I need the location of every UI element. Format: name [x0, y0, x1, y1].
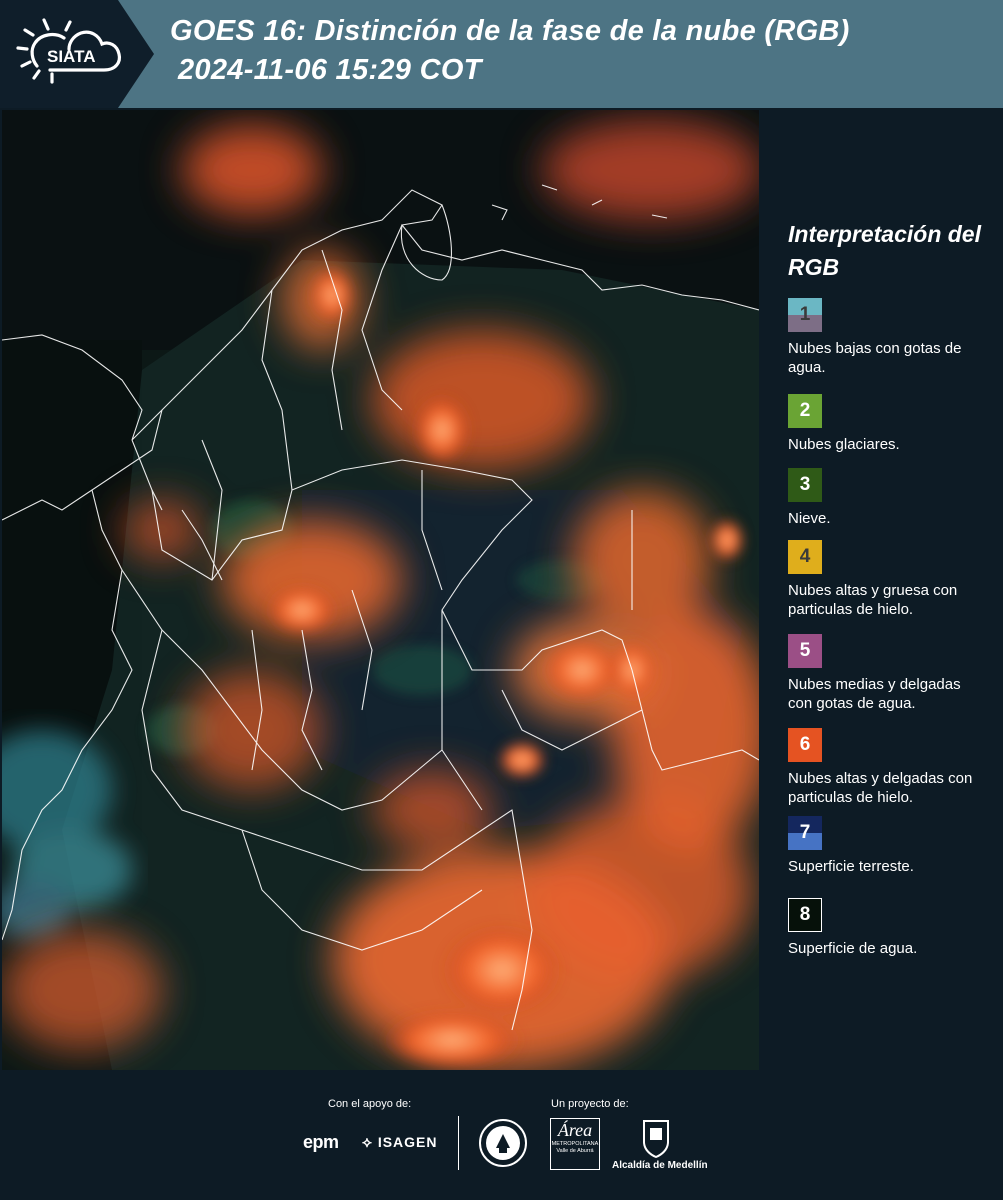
- legend-number: 4: [799, 546, 811, 567]
- legend-description: Superficie de agua.: [788, 940, 918, 957]
- legend-number: 6: [799, 734, 811, 755]
- legend-number: 7: [799, 822, 811, 843]
- legend-number: 5: [799, 640, 811, 661]
- legend-item: 2 Nubes glaciares.: [788, 394, 978, 454]
- satellite-image: [2, 110, 759, 1070]
- legend-swatch: 2: [788, 394, 822, 428]
- legend-description: Nubes altas y gruesa con particulas de h…: [788, 582, 958, 618]
- legend-description: Nubes glaciares.: [788, 436, 900, 453]
- legend-description: Nubes altas y delgadas con particulas de…: [788, 770, 973, 806]
- legend-number: 8: [799, 904, 811, 925]
- alcaldia-shield-icon: [641, 1118, 671, 1163]
- legend-swatch: 3: [788, 468, 822, 502]
- page-title: GOES 16: Distinción de la fase de la nub…: [170, 15, 850, 47]
- legend-number: 2: [799, 400, 811, 421]
- footer: Con el apoyo de: Un proyecto de: epm ⟡ I…: [0, 1072, 1003, 1200]
- legend-item: 7 Superficie terreste.: [788, 816, 978, 876]
- header: SIATA GOES 16: Distinción de la fase de …: [0, 0, 1003, 108]
- epm-logo: epm: [303, 1132, 339, 1152]
- support-label: Con el apoyo de:: [328, 1098, 412, 1110]
- alcaldia-label: Alcaldía de Medellín: [612, 1160, 708, 1171]
- legend-description: Superficie terreste.: [788, 858, 914, 875]
- timestamp: 2024-11-06 15:29 COT: [178, 54, 482, 86]
- legend-swatch: 4: [788, 540, 822, 574]
- legend-swatch: 6: [788, 728, 822, 762]
- legend-number: 3: [799, 474, 811, 495]
- project-label: Un proyecto de:: [551, 1098, 629, 1110]
- legend-title: Interpretación del RGB: [788, 221, 981, 280]
- legend-description: Nubes bajas con gotas de agua.: [788, 340, 962, 376]
- legend-swatch: 7: [788, 816, 822, 850]
- legend-item: 1 Nubes bajas con gotas de agua.: [788, 298, 978, 377]
- legend-swatch: 5: [788, 634, 822, 668]
- legend-item: 8 Superficie de agua.: [788, 898, 978, 958]
- legend-item: 3 Nieve.: [788, 468, 978, 528]
- seal-logo: [478, 1118, 528, 1173]
- footer-divider: [458, 1116, 459, 1170]
- isagen-icon: ⟡: [362, 1134, 373, 1151]
- area-metropolitana-logo: Área METROPOLITANA Valle de Aburrá: [550, 1118, 600, 1170]
- legend-item: 5 Nubes medias y delgadas con gotas de ag…: [788, 634, 978, 713]
- legend-description: Nubes medias y delgadas con gotas de agu…: [788, 676, 961, 712]
- legend-swatch: 8: [788, 898, 822, 932]
- legend-number: 1: [799, 304, 811, 325]
- svg-text:SIATA: SIATA: [47, 47, 95, 66]
- legend-description: Nieve.: [788, 510, 831, 527]
- legend-item: 4 Nubes altas y gruesa con particulas de …: [788, 540, 978, 619]
- legend-item: 6 Nubes altas y delgadas con particulas d…: [788, 728, 978, 807]
- legend-panel: Interpretación del RGB 1 Nubes bajas con …: [760, 110, 1003, 1070]
- legend-swatch: 1: [788, 298, 822, 332]
- isagen-logo: ⟡ ISAGEN: [362, 1134, 438, 1151]
